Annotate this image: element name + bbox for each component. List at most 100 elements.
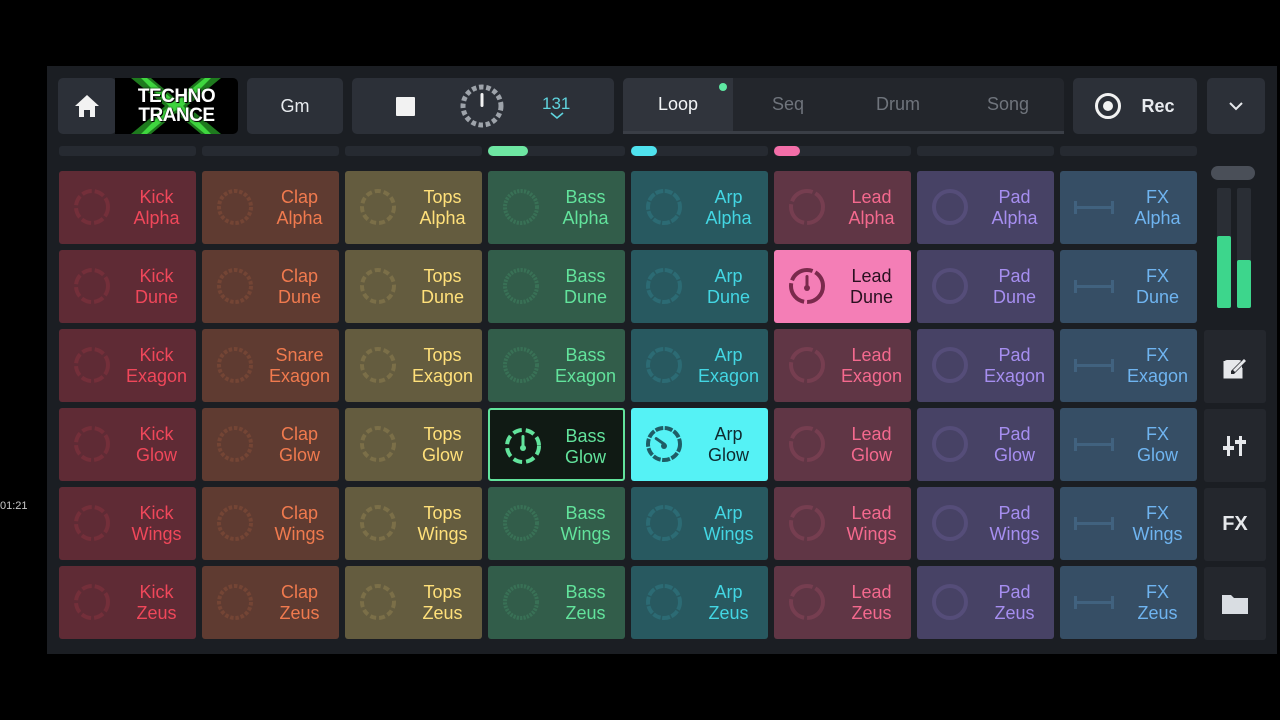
clip-pad-label: Bass Exagon — [546, 345, 625, 387]
clip-pad-bass[interactable]: Bass Dune — [488, 250, 625, 323]
menu-dropdown-button[interactable] — [1207, 78, 1265, 134]
clip-ring-icon — [646, 189, 682, 225]
clip-variant: Exagon — [697, 366, 760, 386]
tempo-chevron-icon[interactable] — [550, 112, 564, 123]
clip-pad-lead[interactable]: Lead Zeus — [774, 566, 911, 639]
clip-pad-pad[interactable]: Pad Alpha — [917, 171, 1054, 244]
clip-variant: Wings — [846, 524, 897, 544]
fx-button[interactable]: FX — [1204, 488, 1266, 561]
clip-pad-pad[interactable]: Pad Dune — [917, 250, 1054, 323]
clip-pad-arp[interactable]: Arp Glow — [631, 408, 768, 481]
clip-ring-icon — [360, 584, 396, 620]
tab-drum[interactable]: Drum — [843, 78, 953, 131]
active-dot — [719, 83, 727, 91]
clip-pad-lead[interactable]: Lead Dune — [774, 250, 911, 323]
clip-ring-icon — [217, 189, 253, 225]
clip-pad-arp[interactable]: Arp Wings — [631, 487, 768, 560]
clip-pad-pad[interactable]: Pad Glow — [917, 408, 1054, 481]
folder-button[interactable] — [1204, 567, 1266, 640]
clip-instrument: Tops — [423, 503, 462, 523]
clip-pad-clap[interactable]: Clap Alpha — [202, 171, 339, 244]
clip-pad-kick[interactable]: Kick Exagon — [59, 329, 196, 402]
clip-pad-tops[interactable]: Tops Wings — [345, 487, 482, 560]
clip-pad-tops[interactable]: Tops Glow — [345, 408, 482, 481]
clip-pad-arp[interactable]: Arp Dune — [631, 250, 768, 323]
clip-pad-fx[interactable]: FX Wings — [1060, 487, 1197, 560]
clip-pad-label: FX Exagon — [1118, 345, 1197, 387]
clip-pad-kick[interactable]: Kick Dune — [59, 250, 196, 323]
record-button[interactable]: Rec — [1073, 78, 1197, 134]
clip-variant: Alpha — [562, 208, 609, 228]
clip-variant: Zeus — [708, 603, 749, 623]
clip-pad-fx[interactable]: FX Exagon — [1060, 329, 1197, 402]
clip-pad-arp[interactable]: Arp Zeus — [631, 566, 768, 639]
clip-variant: Alpha — [133, 208, 180, 228]
tab-seq[interactable]: Seq — [733, 78, 843, 131]
genre-logo[interactable]: TECHNO TRANCE — [115, 78, 238, 134]
clip-pad-bass[interactable]: Bass Alpha — [488, 171, 625, 244]
clip-pad-kick[interactable]: Kick Wings — [59, 487, 196, 560]
clip-pad-pad[interactable]: Pad Wings — [917, 487, 1054, 560]
clip-pad-fx[interactable]: FX Zeus — [1060, 566, 1197, 639]
clip-pad-kick[interactable]: Kick Alpha — [59, 171, 196, 244]
clip-pad-lead[interactable]: Lead Glow — [774, 408, 911, 481]
clip-pad-arp[interactable]: Arp Alpha — [631, 171, 768, 244]
home-button[interactable] — [58, 78, 116, 134]
clip-pad-lead[interactable]: Lead Exagon — [774, 329, 911, 402]
clip-pad-lead[interactable]: Lead Alpha — [774, 171, 911, 244]
clip-pad-label: FX Alpha — [1118, 187, 1197, 229]
clip-pad-fx[interactable]: FX Glow — [1060, 408, 1197, 481]
playing-indicator — [631, 146, 657, 156]
clip-pad-bass[interactable]: Bass Zeus — [488, 566, 625, 639]
video-timestamp: 01:21 — [0, 500, 28, 512]
column-bar-tops — [345, 146, 482, 156]
clip-pad-clap[interactable]: Clap Glow — [202, 408, 339, 481]
clip-pad-label: Tops Exagon — [403, 345, 482, 387]
clip-pad-clap[interactable]: Snare Exagon — [202, 329, 339, 402]
tempo-value[interactable]: 131 — [542, 94, 570, 114]
clip-ring-icon — [932, 268, 968, 304]
clip-pad-bass[interactable]: Bass Wings — [488, 487, 625, 560]
tempo-dial-icon[interactable] — [458, 82, 506, 130]
clip-instrument: Tops — [423, 424, 462, 444]
clip-pad-tops[interactable]: Tops Exagon — [345, 329, 482, 402]
edit-button[interactable] — [1204, 330, 1266, 403]
clip-pad-clap[interactable]: Clap Dune — [202, 250, 339, 323]
clip-variant: Zeus — [851, 603, 892, 623]
clip-instrument: Tops — [423, 187, 462, 207]
clip-pad-label: FX Wings — [1118, 503, 1197, 545]
clip-variant: Wings — [417, 524, 468, 544]
clip-ring-icon — [789, 426, 825, 462]
clip-pad-clap[interactable]: Clap Wings — [202, 487, 339, 560]
key-selector-button[interactable]: Gm — [247, 78, 343, 134]
clip-pad-clap[interactable]: Clap Zeus — [202, 566, 339, 639]
clip-ring-icon — [360, 268, 396, 304]
clip-pad-pad[interactable]: Pad Zeus — [917, 566, 1054, 639]
clip-pad-bass[interactable]: Bass Glow — [488, 408, 625, 481]
clip-ring-icon — [789, 347, 825, 383]
clip-pad-tops[interactable]: Tops Dune — [345, 250, 482, 323]
tab-seq-label: Seq — [771, 94, 805, 114]
clip-pad-fx[interactable]: FX Alpha — [1060, 171, 1197, 244]
clip-instrument: FX — [1145, 187, 1169, 207]
clip-pad-fx[interactable]: FX Dune — [1060, 250, 1197, 323]
clip-ring-icon — [217, 268, 253, 304]
clip-pad-bass[interactable]: Bass Exagon — [488, 329, 625, 402]
clip-variant: Exagon — [125, 366, 188, 386]
clip-variant: Exagon — [983, 366, 1046, 386]
tab-loop[interactable]: Loop — [623, 78, 733, 131]
clip-variant: Dune — [134, 287, 179, 307]
mixer-button[interactable] — [1204, 409, 1266, 482]
clip-variant: Zeus — [994, 603, 1035, 623]
clip-pad-arp[interactable]: Arp Exagon — [631, 329, 768, 402]
clip-pad-tops[interactable]: Tops Alpha — [345, 171, 482, 244]
clip-pad-kick[interactable]: Kick Zeus — [59, 566, 196, 639]
clip-pad-label: Lead Dune — [832, 266, 911, 308]
clip-pad-tops[interactable]: Tops Zeus — [345, 566, 482, 639]
stop-button[interactable] — [396, 97, 415, 116]
tab-song[interactable]: Song — [953, 78, 1063, 131]
clip-variant: Glow — [1136, 445, 1178, 465]
clip-pad-lead[interactable]: Lead Wings — [774, 487, 911, 560]
clip-pad-pad[interactable]: Pad Exagon — [917, 329, 1054, 402]
clip-pad-kick[interactable]: Kick Glow — [59, 408, 196, 481]
